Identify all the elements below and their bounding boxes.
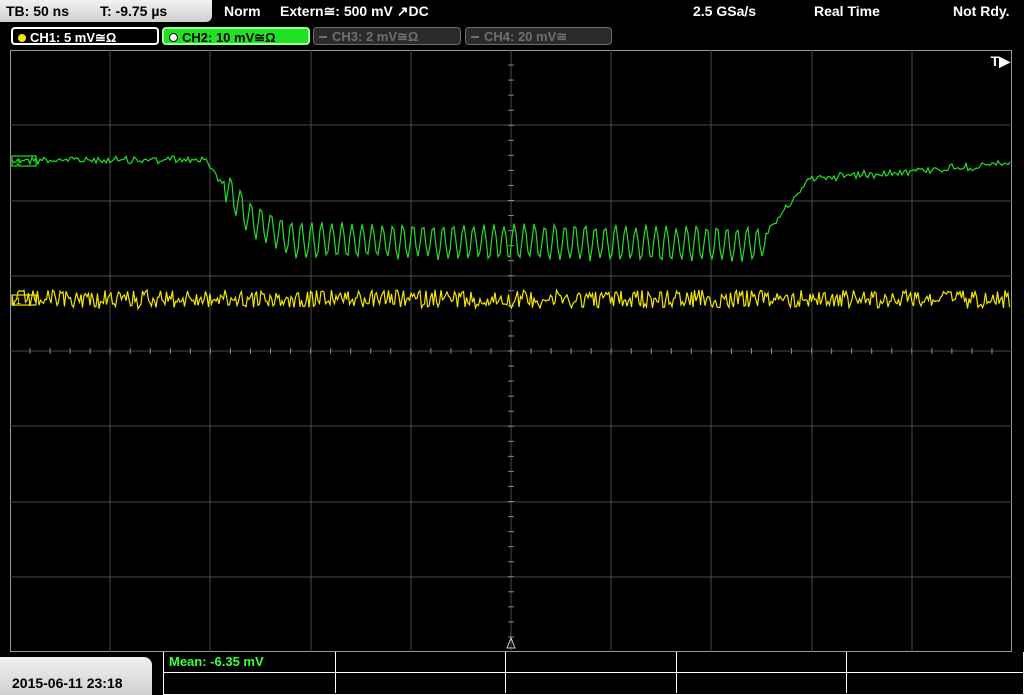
measurement-cell[interactable] <box>506 652 677 693</box>
sample-rate: 2.5 GSa/s <box>693 3 757 19</box>
measurement-cell[interactable] <box>336 652 506 693</box>
channel-4-label: CH4: 20 mV≅ <box>484 29 568 44</box>
svg-text:1: 1 <box>16 296 21 306</box>
channel-3-off-icon <box>319 36 327 38</box>
channel-3-tab[interactable]: CH3: 2 mV≅Ω <box>313 27 461 45</box>
svg-text:2: 2 <box>16 157 21 167</box>
acquisition-mode[interactable]: Real Time <box>814 3 880 19</box>
measurement-mean: Mean: -6.35 mV <box>169 654 264 669</box>
channel-2-label: CH2: 10 mV≅Ω <box>182 30 276 45</box>
trigger-mode[interactable]: Norm <box>224 3 261 19</box>
trigger-status: Not Rdy. <box>953 3 1010 19</box>
channel-bar: CH1: 5 mV≅Ω CH2: 10 mV≅Ω CH3: 2 mV≅Ω CH4… <box>0 25 1024 49</box>
datetime: 2015-06-11 23:18 <box>12 675 123 691</box>
measurement-cell[interactable] <box>677 652 847 693</box>
datetime-panel: 2015-06-11 23:18 <box>0 657 152 695</box>
measurement-cell[interactable]: Mean: -6.35 mV <box>164 652 336 693</box>
channel-2-indicator-icon <box>169 33 178 42</box>
measurement-panel[interactable]: Mean: -6.35 mV <box>163 652 1024 695</box>
measurement-cell[interactable] <box>847 652 1023 693</box>
timebase-panel[interactable]: TB: 50 ns T: -9.75 µs <box>0 0 212 22</box>
channel-1-indicator-icon <box>18 34 26 42</box>
channel-1-label: CH1: 5 mV≅Ω <box>30 30 117 45</box>
channel-3-label: CH3: 2 mV≅Ω <box>332 29 419 44</box>
graticule: 2 1 <box>10 50 1012 652</box>
trigger-source[interactable]: Extern≅: 500 mV ↗DC <box>280 3 429 20</box>
timebase-readout: TB: 50 ns <box>6 3 70 19</box>
channel-1-tab[interactable]: CH1: 5 mV≅Ω <box>11 27 159 45</box>
channel-4-tab[interactable]: CH4: 20 mV≅ <box>465 27 612 45</box>
channel-4-off-icon <box>471 36 479 38</box>
trigger-marker-icon[interactable]: T▶ <box>991 53 1010 70</box>
trigger-time-readout: T: -9.75 µs <box>100 3 168 19</box>
channel-2-tab[interactable]: CH2: 10 mV≅Ω <box>162 27 310 45</box>
status-bar: TB: 50 ns T: -9.75 µs Norm Extern≅: 500 … <box>0 0 1024 24</box>
